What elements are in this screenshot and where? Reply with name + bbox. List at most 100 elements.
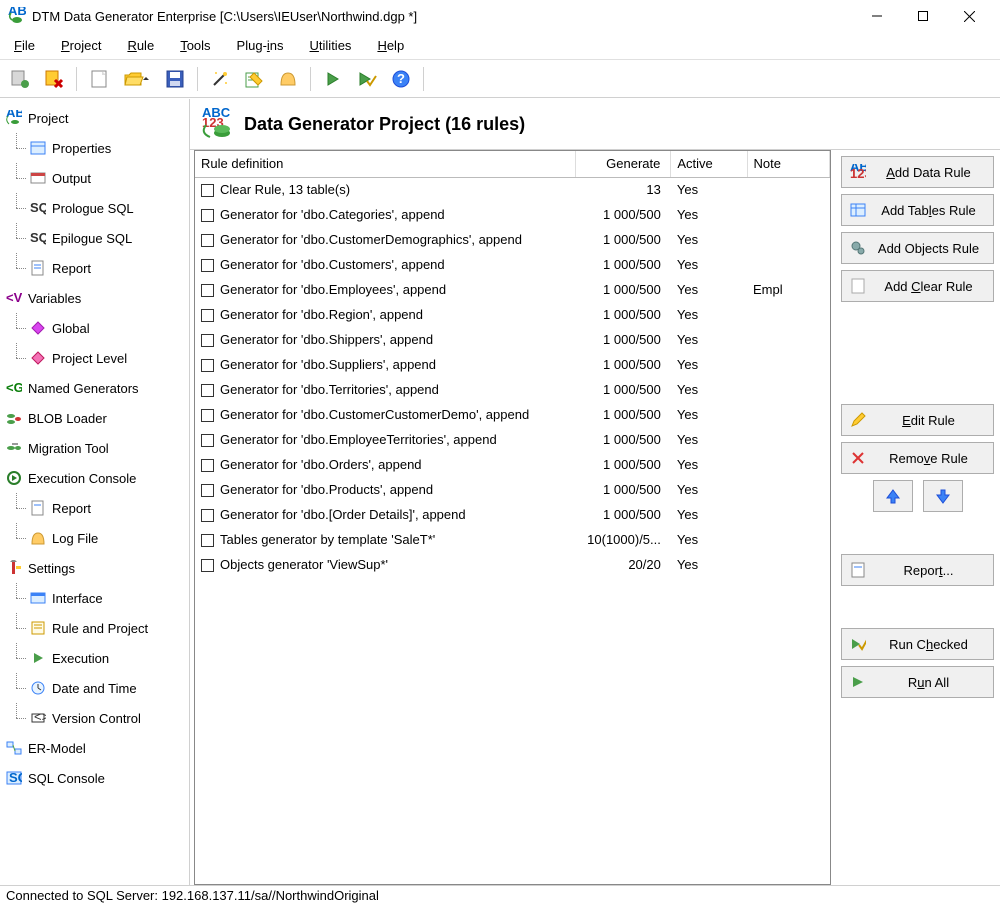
tree-prologue[interactable]: SQLPrologue SQL <box>2 193 187 223</box>
tree-global[interactable]: Global <box>2 313 187 343</box>
tree-report2[interactable]: Report <box>2 493 187 523</box>
app-icon: ABC <box>8 7 26 25</box>
table-row[interactable]: Objects generator 'ViewSup*'20/20Yes <box>195 552 830 577</box>
run-checked-button[interactable]: Run Checked <box>841 628 994 660</box>
row-checkbox[interactable] <box>201 334 214 347</box>
tree-blob[interactable]: BLOB Loader <box>2 403 187 433</box>
add-data-rule-button[interactable]: ABC123Add Data Rule <box>841 156 994 188</box>
col-generate[interactable]: Generate <box>576 151 671 177</box>
tool-open-icon[interactable] <box>117 63 157 95</box>
tool-log-icon[interactable] <box>272 63 304 95</box>
menu-project[interactable]: Project <box>55 34 107 57</box>
move-down-button[interactable] <box>923 480 963 512</box>
row-checkbox[interactable] <box>201 209 214 222</box>
row-checkbox[interactable] <box>201 434 214 447</box>
table-row[interactable]: Generator for 'dbo.Customers', append1 0… <box>195 252 830 277</box>
active-cell: Yes <box>671 327 747 352</box>
rule-grid[interactable]: Rule definition Generate Active Note Cle… <box>194 150 831 885</box>
tree-ermodel[interactable]: ER-Model <box>2 733 187 763</box>
row-checkbox[interactable] <box>201 259 214 272</box>
row-checkbox[interactable] <box>201 409 214 422</box>
tree-properties[interactable]: Properties <box>2 133 187 163</box>
edit-rule-button[interactable]: Edit Rule <box>841 404 994 436</box>
generate-cell: 1 000/500 <box>576 427 671 452</box>
tree-output[interactable]: Output <box>2 163 187 193</box>
tool-help-icon[interactable]: ? <box>385 63 417 95</box>
table-row[interactable]: Clear Rule, 13 table(s)13Yes <box>195 177 830 202</box>
tool-new-icon[interactable] <box>83 63 115 95</box>
table-row[interactable]: Tables generator by template 'SaleT*'10(… <box>195 527 830 552</box>
add-objects-rule-button[interactable]: Add Objects Rule <box>841 232 994 264</box>
table-row[interactable]: Generator for 'dbo.Categories', append1 … <box>195 202 830 227</box>
tree-version[interactable]: <>Version Control <box>2 703 187 733</box>
remove-rule-button[interactable]: Remove Rule <box>841 442 994 474</box>
tool-wizard-icon[interactable] <box>204 63 236 95</box>
tree-execution[interactable]: Execution <box>2 643 187 673</box>
row-checkbox[interactable] <box>201 234 214 247</box>
tree-epilogue[interactable]: SQLEpilogue SQL <box>2 223 187 253</box>
table-row[interactable]: Generator for 'dbo.[Order Details]', app… <box>195 502 830 527</box>
menu-plugins[interactable]: Plug-ins <box>231 34 290 57</box>
add-clear-rule-button[interactable]: Add Clear Rule <box>841 270 994 302</box>
col-active[interactable]: Active <box>671 151 747 177</box>
col-rule[interactable]: Rule definition <box>195 151 576 177</box>
run-all-button[interactable]: Run All <box>841 666 994 698</box>
table-row[interactable]: Generator for 'dbo.Products', append1 00… <box>195 477 830 502</box>
tree-ruleproject[interactable]: Rule and Project <box>2 613 187 643</box>
tree-namedgen[interactable]: <G>Named Generators <box>2 373 187 403</box>
tree-logfile[interactable]: Log File <box>2 523 187 553</box>
menu-help[interactable]: Help <box>371 34 410 57</box>
table-row[interactable]: Generator for 'dbo.Suppliers', append1 0… <box>195 352 830 377</box>
tree-variables[interactable]: <V>Variables <box>2 283 187 313</box>
menu-tools[interactable]: Tools <box>174 34 216 57</box>
tree-project[interactable]: ABCProject <box>2 103 187 133</box>
table-row[interactable]: Generator for 'dbo.Territories', append1… <box>195 377 830 402</box>
close-button[interactable] <box>946 1 992 31</box>
row-checkbox[interactable] <box>201 184 214 197</box>
version-icon: <> <box>30 710 46 726</box>
table-row[interactable]: Generator for 'dbo.Region', append1 000/… <box>195 302 830 327</box>
table-row[interactable]: Generator for 'dbo.Employees', append1 0… <box>195 277 830 302</box>
tree-settings[interactable]: Settings <box>2 553 187 583</box>
col-note[interactable]: Note <box>747 151 830 177</box>
table-row[interactable]: Generator for 'dbo.Shippers', append1 00… <box>195 327 830 352</box>
execution-icon <box>30 650 46 666</box>
add-tables-rule-button[interactable]: Add Tables Rule <box>841 194 994 226</box>
minimize-button[interactable] <box>854 1 900 31</box>
report-button[interactable]: Report... <box>841 554 994 586</box>
menu-file[interactable]: File <box>8 34 41 57</box>
tool-run-icon[interactable] <box>317 63 349 95</box>
note-cell <box>747 452 830 477</box>
tree-interface[interactable]: Interface <box>2 583 187 613</box>
row-checkbox[interactable] <box>201 284 214 297</box>
menu-rule[interactable]: Rule <box>121 34 160 57</box>
row-checkbox[interactable] <box>201 484 214 497</box>
tree-sqlconsole[interactable]: SQLSQL Console <box>2 763 187 793</box>
row-checkbox[interactable] <box>201 384 214 397</box>
row-checkbox[interactable] <box>201 459 214 472</box>
tool-run-checked-icon[interactable] <box>351 63 383 95</box>
maximize-button[interactable] <box>900 1 946 31</box>
tree-exec[interactable]: Execution Console <box>2 463 187 493</box>
move-up-button[interactable] <box>873 480 913 512</box>
tool-connect-icon[interactable] <box>4 63 36 95</box>
tool-edit-icon[interactable] <box>238 63 270 95</box>
note-cell <box>747 302 830 327</box>
row-checkbox[interactable] <box>201 509 214 522</box>
menu-utilities[interactable]: Utilities <box>304 34 358 57</box>
table-row[interactable]: Generator for 'dbo.CustomerCustomerDemo'… <box>195 402 830 427</box>
row-checkbox[interactable] <box>201 359 214 372</box>
row-checkbox[interactable] <box>201 559 214 572</box>
tool-disconnect-icon[interactable] <box>38 63 70 95</box>
row-checkbox[interactable] <box>201 309 214 322</box>
tree-projectlevel[interactable]: Project Level <box>2 343 187 373</box>
table-row[interactable]: Generator for 'dbo.CustomerDemographics'… <box>195 227 830 252</box>
tree-report[interactable]: Report <box>2 253 187 283</box>
table-row[interactable]: Generator for 'dbo.Orders', append1 000/… <box>195 452 830 477</box>
tree-migration[interactable]: Migration Tool <box>2 433 187 463</box>
note-cell <box>747 527 830 552</box>
tool-save-icon[interactable] <box>159 63 191 95</box>
tree-datetime[interactable]: Date and Time <box>2 673 187 703</box>
table-row[interactable]: Generator for 'dbo.EmployeeTerritories',… <box>195 427 830 452</box>
row-checkbox[interactable] <box>201 534 214 547</box>
